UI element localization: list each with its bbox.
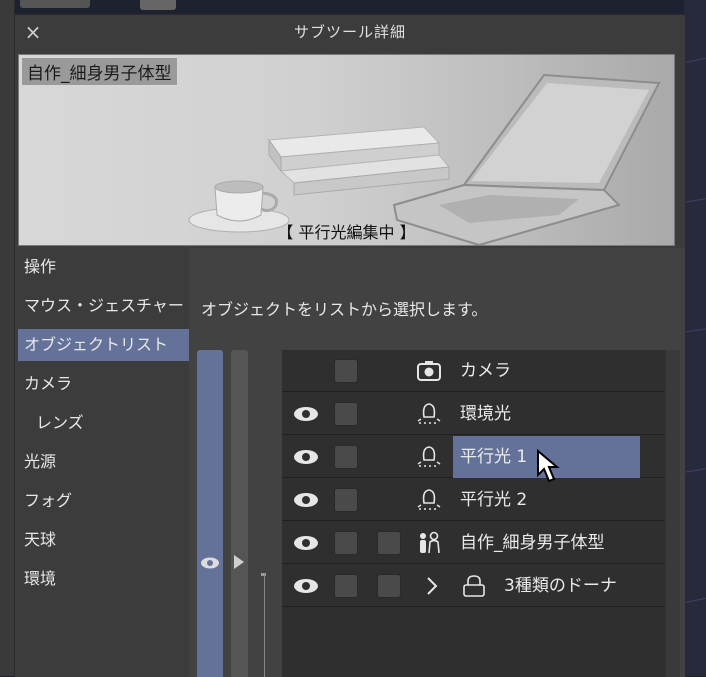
object-row-directional-light-2[interactable]: 平行光 2 bbox=[282, 479, 665, 521]
nav-item-lens[interactable]: レンズ bbox=[18, 407, 189, 439]
background-side-panel bbox=[0, 0, 15, 676]
mouse-cursor-icon bbox=[537, 449, 560, 483]
lock-checkbox[interactable] bbox=[334, 445, 358, 469]
object-row-figure[interactable]: 自作_細身男子体型 bbox=[282, 522, 665, 564]
list-scrollbar[interactable] bbox=[665, 350, 680, 677]
nav-item-camera[interactable]: カメラ bbox=[18, 368, 189, 400]
object-label: 3種類のドーナ bbox=[504, 576, 617, 596]
settings-nav: 操作 マウス・ジェスチャー オブジェクトリスト カメラ レンズ 光源 フォグ 天… bbox=[18, 248, 189, 677]
nav-item-operation[interactable]: 操作 bbox=[18, 251, 189, 283]
background-toolbar-button bbox=[20, 0, 90, 8]
nav-item-sky-sphere[interactable]: 天球 bbox=[18, 524, 189, 556]
subtool-detail-dialog: × サブツール詳細 自作_細身男子体型 【 平行光編集中 】 操作 マウス・ジェ… bbox=[14, 14, 686, 677]
nav-item-object-list[interactable]: オブジェクトリスト bbox=[18, 329, 189, 361]
lock-checkbox[interactable] bbox=[334, 531, 358, 555]
object-list: カメラ 環境光 平行光 1 平行光 2 自作_細身男子体型 3種類のドーナ bbox=[282, 350, 665, 677]
tree-guide-line bbox=[264, 574, 265, 677]
object-row-ambient-light[interactable]: 環境光 bbox=[282, 393, 665, 435]
object-label: 自作_細身男子体型 bbox=[460, 533, 605, 553]
object-row-directional-light-1[interactable]: 平行光 1 bbox=[282, 436, 665, 478]
eye-icon[interactable] bbox=[293, 406, 319, 422]
nav-item-mouse-gesture[interactable]: マウス・ジェスチャー bbox=[18, 290, 189, 322]
option-checkbox[interactable] bbox=[377, 574, 401, 598]
option-checkbox[interactable] bbox=[377, 531, 401, 555]
eye-icon bbox=[201, 557, 219, 569]
lock-checkbox[interactable] bbox=[334, 488, 358, 512]
lock-checkbox[interactable] bbox=[334, 574, 358, 598]
nav-item-light-source[interactable]: 光源 bbox=[18, 446, 189, 478]
object-label: カメラ bbox=[460, 361, 511, 381]
lock-checkbox[interactable] bbox=[334, 359, 358, 383]
chevron-right-icon[interactable] bbox=[422, 574, 442, 598]
object-list-description: オブジェクトをリストから選択します。 bbox=[201, 300, 488, 319]
eye-icon[interactable] bbox=[293, 578, 319, 594]
preview-image: 自作_細身男子体型 【 平行光編集中 】 bbox=[18, 54, 675, 246]
object-row-donut-set[interactable]: 3種類のドーナ bbox=[282, 565, 665, 607]
object-row-camera[interactable]: カメラ bbox=[282, 350, 665, 392]
preview-status: 【 平行光編集中 】 bbox=[277, 223, 416, 242]
light-bulb-icon bbox=[417, 489, 441, 510]
dialog-title: サブツール詳細 bbox=[293, 23, 406, 41]
figure-icon bbox=[420, 531, 440, 554]
camera-icon bbox=[417, 361, 441, 381]
object-label: 環境光 bbox=[460, 404, 511, 424]
books-illustration bbox=[268, 126, 450, 196]
lock-checkbox[interactable] bbox=[334, 402, 358, 426]
visibility-column-bar[interactable] bbox=[197, 350, 223, 677]
lock-icon bbox=[463, 575, 485, 597]
nav-item-fog[interactable]: フォグ bbox=[18, 485, 189, 517]
object-label: 平行光 2 bbox=[460, 490, 528, 510]
light-bulb-icon bbox=[417, 446, 441, 467]
title-bar: × サブツール詳細 bbox=[15, 15, 685, 49]
light-bulb-icon bbox=[417, 403, 441, 424]
eye-icon[interactable] bbox=[293, 449, 319, 465]
play-icon bbox=[234, 555, 244, 569]
eye-icon[interactable] bbox=[293, 492, 319, 508]
background-toolbar-button bbox=[140, 0, 176, 10]
content-panel: オブジェクトをリストから選択します。 カメラ 環境光 平行光 1 平行光 2 自… bbox=[189, 248, 685, 677]
expand-column-bar[interactable] bbox=[231, 350, 248, 677]
eye-icon[interactable] bbox=[293, 535, 319, 551]
preview-object-name: 自作_細身男子体型 bbox=[21, 57, 178, 86]
background-canvas-area bbox=[684, 0, 706, 676]
nav-item-environment[interactable]: 環境 bbox=[18, 563, 189, 595]
